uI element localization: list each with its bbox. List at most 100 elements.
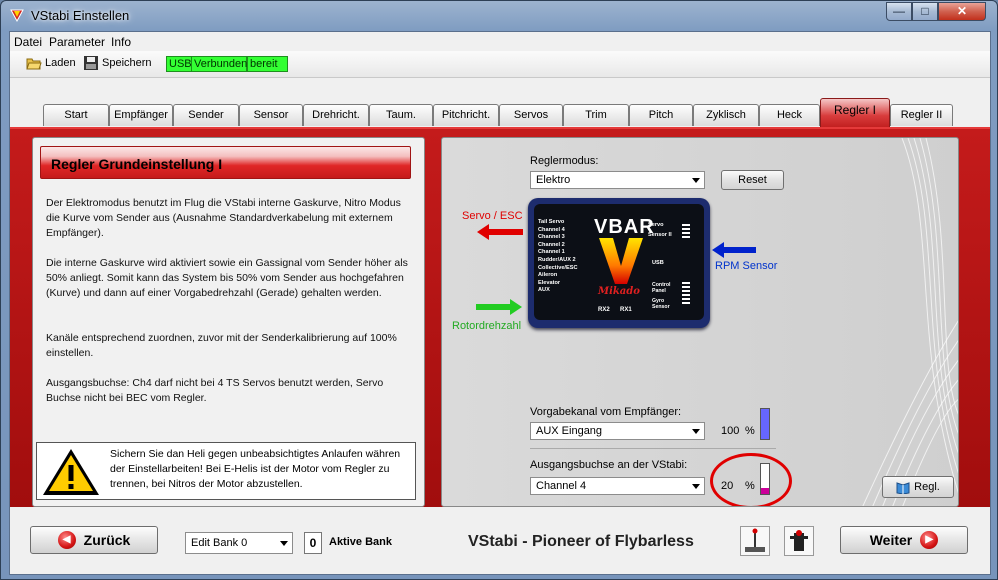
tab-drehricht[interactable]: Drehricht.	[303, 104, 369, 126]
reset-button[interactable]: Reset	[721, 170, 784, 190]
pin-label: Elevator	[538, 279, 561, 286]
tab-start[interactable]: Start	[43, 104, 109, 126]
tab-regler-1[interactable]: Regler I	[820, 98, 890, 127]
bottom-bar: ◀ Zurück Edit Bank 0 0 Aktive Bank VStab…	[10, 510, 990, 574]
pin-label: Rudder/AUX 2	[538, 256, 576, 263]
section-heading: Regler Grundeinstellung I	[40, 146, 411, 179]
active-bank-number: 0	[304, 532, 322, 554]
tab-servos[interactable]: Servos	[499, 104, 563, 126]
save-button[interactable]: Speichern	[83, 56, 152, 70]
mode-select[interactable]: Elektro	[530, 171, 705, 189]
menu-datei[interactable]: Datei	[14, 35, 42, 49]
pin-label: Aileron	[538, 272, 558, 279]
pin-label: USB	[652, 260, 664, 266]
pin-label: Channel 4	[538, 226, 565, 233]
tab-trim[interactable]: Trim	[563, 104, 629, 126]
pin-label: Control Panel	[652, 282, 671, 294]
output-socket-select[interactable]: Channel 4	[530, 477, 705, 495]
tab-empfaenger[interactable]: Empfänger	[109, 104, 173, 126]
minimize-button[interactable]: —	[886, 2, 912, 21]
window-title: VStabi Einstellen	[31, 8, 130, 23]
tab-zyklisch[interactable]: Zyklisch	[693, 104, 759, 126]
pin-connectors	[682, 282, 690, 304]
client-area: Datei Parameter Info Laden Speichern USB…	[9, 31, 991, 575]
tab-pitch[interactable]: Pitch	[629, 104, 693, 126]
servo-mode-button[interactable]	[784, 526, 814, 556]
pin-label: RX2	[598, 307, 610, 313]
input-channel-label: Vorgabekanal vom Empfänger:	[530, 406, 682, 418]
close-button[interactable]: ✕	[938, 2, 986, 21]
input-percent: 100	[721, 425, 740, 437]
edit-bank-select[interactable]: Edit Bank 0	[185, 532, 293, 554]
vbar-v-logo	[599, 238, 643, 284]
content-panel: Regler Grundeinstellung I Der Elektromod…	[10, 127, 990, 507]
input-channel-select[interactable]: AUX Eingang	[530, 422, 705, 440]
back-button[interactable]: ◀ Zurück	[30, 526, 158, 554]
input-level-fill	[761, 409, 769, 439]
tab-heck[interactable]: Heck	[759, 104, 820, 126]
toolbar: Laden Speichern USB Verbunden bereit	[10, 51, 990, 78]
ready-status: bereit	[247, 56, 288, 72]
tab-taum[interactable]: Taum.	[369, 104, 433, 126]
rpm-sensor-label: RPM Sensor	[715, 260, 778, 272]
warning-box: Sichern Sie dan Heli gegen unbeabsichtig…	[36, 442, 416, 500]
active-bank-label: Aktive Bank	[329, 536, 392, 548]
regl-button[interactable]: Regl.	[882, 476, 954, 498]
separator	[530, 448, 776, 449]
tab-bar: Start Empfänger Sender Sensor Drehricht.…	[10, 78, 990, 128]
connection-status: Verbunden	[191, 56, 247, 72]
servo-esc-label: Servo / ESC	[462, 210, 523, 222]
folder-open-icon	[26, 58, 42, 70]
vstabi-app-icon	[10, 9, 24, 23]
edit-bank-value: Edit Bank 0	[191, 537, 248, 549]
maximize-button[interactable]: □	[912, 2, 938, 21]
pin-label: Sensor II	[648, 232, 672, 238]
mikado-logo: Mikado	[598, 286, 640, 297]
tab-pitchricht[interactable]: Pitchricht.	[433, 104, 499, 126]
settings-panel: Reglermodus: Elektro Reset Servo / ESC R…	[441, 137, 959, 507]
arrow-left-blue-icon	[712, 242, 756, 258]
highlight-circle	[710, 453, 792, 506]
main-window: VStabi Einstellen — □ ✕ Datei Parameter …	[0, 0, 998, 580]
chevron-down-icon	[280, 541, 288, 546]
vbar-device: VBAR Mikado Tail Servo Channel 4 Channel…	[528, 198, 710, 328]
title-bar[interactable]: VStabi Einstellen — □ ✕	[1, 1, 997, 31]
info-panel: Regler Grundeinstellung I Der Elektromod…	[32, 137, 425, 507]
warning-triangle-icon	[43, 449, 99, 495]
throttle-stick-icon	[745, 528, 765, 552]
left-pin-labels: Tail Servo Channel 4 Channel 3 Channel 2…	[538, 219, 594, 295]
next-button[interactable]: Weiter ▶	[840, 526, 968, 554]
tab-sensor[interactable]: Sensor	[239, 104, 303, 126]
tab-sender[interactable]: Sender	[173, 104, 239, 126]
tab-regler-2[interactable]: Regler II	[890, 104, 953, 126]
slogan: VStabi - Pioneer of Flybarless	[468, 533, 694, 550]
pin-label: Channel 2	[538, 241, 565, 248]
pin-connectors	[682, 224, 690, 238]
pin-label: Channel 3	[538, 234, 565, 241]
servo-icon	[790, 530, 808, 551]
book-icon	[896, 481, 910, 494]
save-label: Speichern	[102, 57, 152, 69]
info-paragraph-4: Ausgangsbuchse: Ch4 darf nicht bei 4 TS …	[46, 377, 384, 404]
output-socket-value: Channel 4	[536, 480, 587, 492]
throttle-mode-button[interactable]	[740, 526, 770, 556]
chevron-down-icon	[692, 484, 700, 489]
warning-text: Sichern Sie dan Heli gegen unbeabsichtig…	[110, 448, 401, 490]
pin-label: AUX	[538, 287, 550, 294]
info-paragraph-1: Der Elektromodus benutzt im Flug die VSt…	[46, 197, 401, 239]
pin-label: Channel 1	[538, 249, 565, 256]
input-level-bar	[760, 408, 770, 440]
pin-label: Tail Servo	[538, 219, 565, 225]
info-paragraph-3: Kanäle entsprechend zuordnen, zuvor mit …	[46, 332, 397, 359]
chevron-down-icon	[692, 178, 700, 183]
input-percent-sign: %	[745, 425, 755, 437]
pin-label: Gyro Sensor	[652, 298, 670, 310]
load-button[interactable]: Laden	[26, 56, 76, 70]
save-disk-icon	[84, 56, 98, 70]
input-channel-value: AUX Eingang	[536, 425, 603, 437]
menu-info[interactable]: Info	[111, 35, 131, 49]
menu-parameter[interactable]: Parameter	[49, 35, 105, 49]
regl-label: Regl.	[914, 481, 940, 493]
output-socket-label: Ausgangsbuchse an der VStabi:	[530, 459, 688, 471]
mode-value: Elektro	[536, 174, 571, 186]
